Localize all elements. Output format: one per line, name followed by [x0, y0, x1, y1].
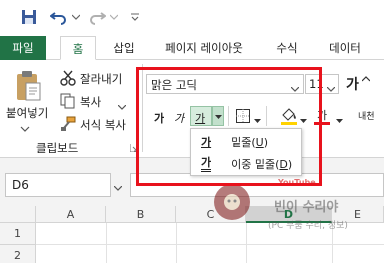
save-icon[interactable]	[18, 6, 40, 28]
highlight-rectangle	[136, 67, 322, 186]
tab-home[interactable]: 홈	[60, 36, 96, 60]
tab-formulas[interactable]: 수식	[266, 36, 308, 60]
gridline	[36, 244, 384, 245]
undo-icon[interactable]	[48, 6, 70, 28]
watermark-title: 빈이 수리야	[274, 200, 339, 215]
paste-dropdown-icon[interactable]	[20, 122, 30, 132]
format-painter-button[interactable]: 서식 복사	[80, 117, 126, 133]
column-header-a[interactable]: A	[36, 206, 106, 223]
watermark-subtitle: (PC 부품 수리, 정보)	[268, 221, 348, 231]
paste-button[interactable]: 붙여넣기	[6, 105, 48, 121]
select-all-corner[interactable]	[0, 206, 36, 223]
paste-icon[interactable]	[14, 70, 42, 102]
tab-insert[interactable]: 삽입	[104, 36, 144, 60]
name-box[interactable]: D6	[5, 173, 111, 197]
phonetic-button[interactable]: 내천	[358, 109, 375, 122]
cut-button[interactable]: 잘라내기	[80, 71, 122, 87]
undo-dropdown-icon[interactable]	[70, 6, 82, 28]
column-header-b[interactable]: B	[106, 206, 176, 223]
quick-access-toolbar	[0, 0, 384, 36]
row-header-1[interactable]: 1	[0, 223, 36, 245]
tab-data[interactable]: 데이터	[320, 36, 370, 60]
clipboard-group-label: 클립보드	[36, 141, 79, 155]
tab-page-layout[interactable]: 페이지 레이아웃	[154, 36, 254, 60]
chevron-down-icon[interactable]	[326, 82, 336, 92]
copy-button[interactable]: 복사	[80, 94, 101, 110]
grow-font-arrow-icon	[361, 72, 371, 82]
format-painter-icon[interactable]	[60, 116, 76, 132]
redo-icon[interactable]	[86, 6, 108, 28]
copy-dropdown-icon[interactable]	[117, 100, 127, 110]
watermark-logo-icon	[214, 184, 250, 220]
watermark: YouTube 빈이 수리야 (PC 부품 수리, 정보)	[208, 178, 384, 240]
font-color-dropdown-icon[interactable]	[336, 114, 343, 123]
customize-qat-icon[interactable]	[128, 6, 142, 28]
cut-icon[interactable]	[60, 70, 76, 86]
gridline	[176, 223, 177, 263]
ribbon-tabs: 파일 홈 삽입 페이지 레이아웃 수식 데이터	[0, 36, 384, 60]
redo-dropdown-icon[interactable]	[108, 6, 120, 28]
name-box-dropdown-icon[interactable]	[113, 181, 123, 191]
tab-file[interactable]: 파일	[0, 36, 46, 60]
gridline	[106, 223, 107, 263]
copy-icon[interactable]	[60, 93, 76, 109]
grow-font-button[interactable]: 가	[346, 74, 359, 94]
row-header-2[interactable]: 2	[0, 245, 36, 263]
